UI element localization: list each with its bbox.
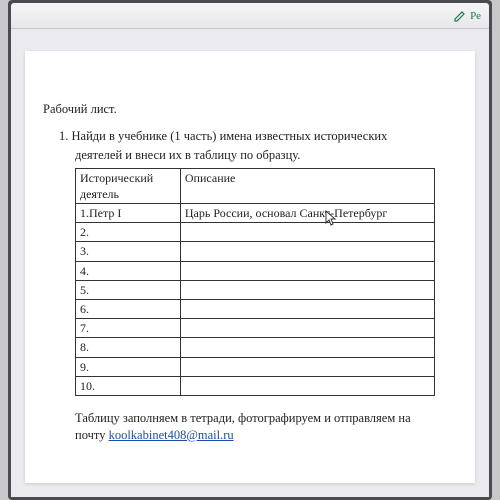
cell-description — [180, 357, 434, 376]
cell-figure: 1.Петр I — [76, 204, 181, 223]
worksheet-table: Исторический деятель Описание 1.Петр IЦа… — [75, 168, 435, 396]
task-line-2: деятелей и внеси их в таблицу по образцу… — [75, 147, 457, 164]
cell-figure: 2. — [76, 223, 181, 242]
cell-figure: 10. — [76, 376, 181, 395]
table-row: 8. — [76, 338, 435, 357]
cell-description — [180, 223, 434, 242]
document-page: Рабочий лист. 1. Найди в учебнике (1 час… — [25, 51, 475, 483]
edit-icon[interactable] — [454, 9, 466, 23]
cell-description — [180, 280, 434, 299]
toolbar: Ре — [11, 3, 489, 29]
footer-note: Таблицу заполняем в тетради, фотографиру… — [75, 410, 457, 444]
cell-description: Царь России, основал Санкт-Петербург — [180, 204, 434, 223]
cell-description — [180, 319, 434, 338]
cell-figure: 6. — [76, 299, 181, 318]
table-row: 1.Петр IЦарь России, основал Санкт-Петер… — [76, 204, 435, 223]
table-row: 2. — [76, 223, 435, 242]
footer-text-2-prefix: почту — [75, 428, 109, 442]
toolbar-action-label[interactable]: Ре — [470, 10, 481, 22]
task-number: 1. — [59, 129, 68, 143]
table-row: 10. — [76, 376, 435, 395]
page-background: Рабочий лист. 1. Найди в учебнике (1 час… — [11, 29, 489, 497]
table-header-row: Исторический деятель Описание — [76, 168, 435, 203]
table-row: 4. — [76, 261, 435, 280]
cell-figure: 8. — [76, 338, 181, 357]
cell-figure: 3. — [76, 242, 181, 261]
cell-figure: 7. — [76, 319, 181, 338]
cell-description — [180, 261, 434, 280]
cell-description — [180, 338, 434, 357]
table-row: 7. — [76, 319, 435, 338]
task-line-1: 1. Найди в учебнике (1 часть) имена изве… — [59, 128, 457, 145]
table-row: 5. — [76, 280, 435, 299]
footer-text-1: Таблицу заполняем в тетради, фотографиру… — [75, 411, 411, 425]
table-header-description: Описание — [180, 168, 434, 203]
cell-description — [180, 299, 434, 318]
document-title: Рабочий лист. — [43, 101, 457, 118]
table-header-figure: Исторический деятель — [76, 168, 181, 203]
app-window-frame: Ре Рабочий лист. 1. Найди в учебнике (1 … — [8, 0, 492, 500]
table-row: 9. — [76, 357, 435, 376]
cell-figure: 4. — [76, 261, 181, 280]
table-row: 6. — [76, 299, 435, 318]
cell-figure: 5. — [76, 280, 181, 299]
cell-description — [180, 376, 434, 395]
cell-figure: 9. — [76, 357, 181, 376]
task-text-1: Найди в учебнике (1 часть) имена известн… — [72, 129, 388, 143]
table-row: 3. — [76, 242, 435, 261]
footer-email-link[interactable]: koolkabinet408@mail.ru — [109, 428, 234, 442]
cell-description — [180, 242, 434, 261]
